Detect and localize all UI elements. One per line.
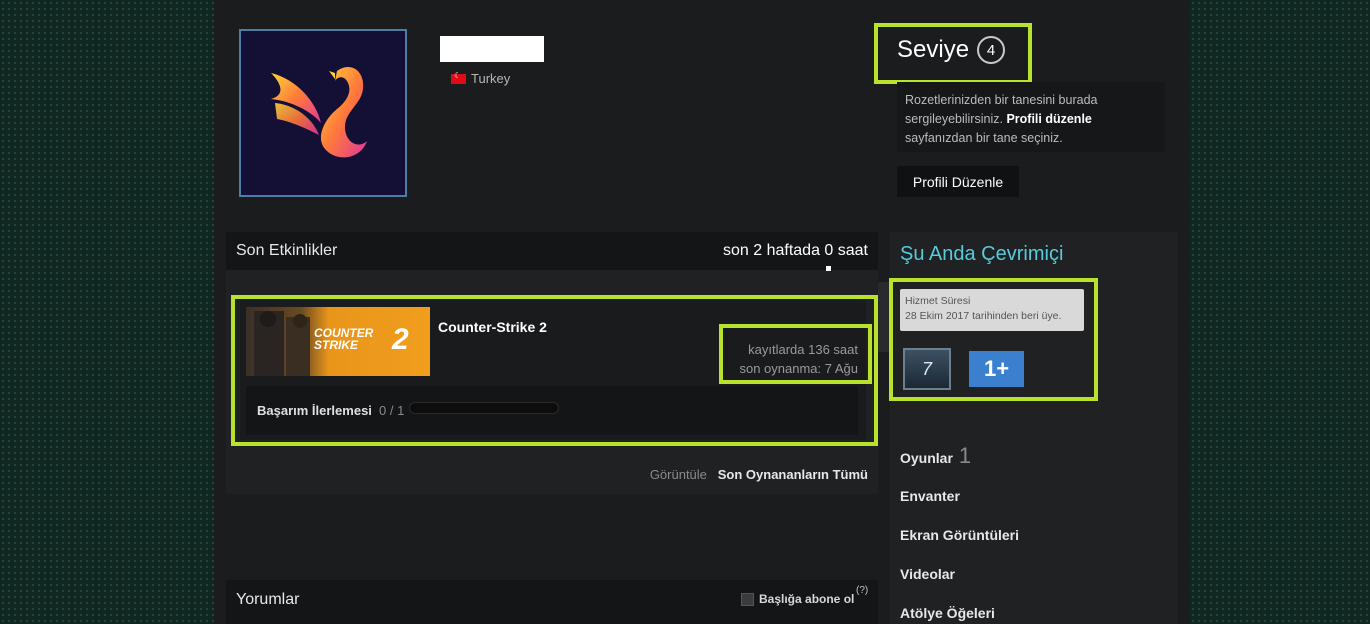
subscribe-label[interactable]: Başlığa abone ol [759, 592, 854, 606]
badge-hint-edit-link[interactable]: Profili düzenle [1006, 112, 1091, 126]
recent-activity-summary: son 2 haftada 0 saat [723, 242, 868, 259]
badges-highlight [889, 278, 1098, 401]
avatar[interactable] [239, 29, 407, 197]
badge-hint-text-end: sayfanızdan bir tane seçiniz. [905, 131, 1063, 145]
subscribe-checkbox[interactable] [741, 592, 754, 606]
view-all-recent: Görüntüle Son Oynananların Tümü [540, 467, 868, 482]
level-highlight [874, 23, 1032, 84]
game-row-highlight [231, 295, 878, 446]
sidebar-item-label: Oyunlar [900, 450, 953, 466]
profile-name-redacted [440, 36, 544, 62]
profile-country: Turkey [451, 71, 510, 86]
subscribe-toggle[interactable]: Başlığa abone ol [741, 592, 854, 606]
background-left [0, 0, 214, 624]
background-right [1190, 0, 1370, 624]
online-status: Şu Anda Çevrimiçi [900, 243, 1064, 265]
sidebar-item-inventory[interactable]: Envanter [900, 488, 960, 504]
sidebar-item-games[interactable]: Oyunlar 1 [900, 443, 971, 469]
sidebar-item-workshop[interactable]: Atölye Öğeleri [900, 605, 995, 621]
recent-activity-title: Son Etkinlikler [236, 242, 338, 259]
sidebar-item-screenshots[interactable]: Ekran Görüntüleri [900, 527, 1019, 543]
edit-profile-button[interactable]: Profili Düzenle [897, 166, 1019, 197]
country-label: Turkey [471, 71, 511, 86]
swan-logo-icon [271, 67, 367, 158]
view-label: Görüntüle [649, 467, 707, 482]
view-all-link[interactable]: Son Oynananların Tümü [718, 467, 868, 482]
turkey-flag-icon [451, 71, 466, 84]
badge-hint: Rozetlerinizden bir tanesini burada serg… [897, 82, 1165, 152]
sidebar-item-videos[interactable]: Videolar [900, 566, 955, 582]
indicator-dot [826, 266, 831, 271]
comments-title: Yorumlar [236, 591, 300, 608]
games-count: 1 [958, 443, 972, 468]
help-link[interactable]: (?) [856, 585, 868, 596]
